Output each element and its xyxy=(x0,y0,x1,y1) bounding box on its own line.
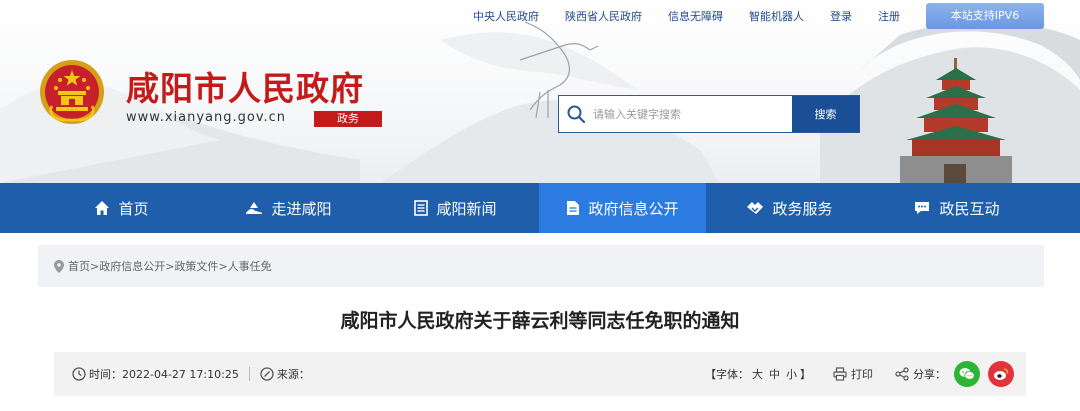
article-title: 咸阳市人民政府关于薛云利等同志任免职的通知 xyxy=(340,310,740,332)
source-label: 来源： xyxy=(276,368,310,381)
publish-time: 2022-04-27 17:10:25 xyxy=(122,367,239,381)
share-text: 分享： xyxy=(913,368,946,381)
breadcrumb-home[interactable]: 首页 xyxy=(68,258,90,274)
share-label: 分享： xyxy=(895,366,946,382)
font-size-small[interactable]: 小 xyxy=(786,368,797,381)
main-nav: 首页 走进咸阳 咸阳新闻 政府信息公开 政务服务 政民互动 xyxy=(0,183,1080,233)
nav-label: 政民互动 xyxy=(939,199,1000,218)
font-size-control: 【字体：大中小】 xyxy=(705,366,811,382)
chat-icon xyxy=(913,200,931,216)
newspaper-icon xyxy=(414,200,429,216)
link-accessibility[interactable]: 信息无障碍 xyxy=(668,8,723,24)
nav-home[interactable]: 首页 xyxy=(38,183,205,233)
site-badge: 政务 xyxy=(314,111,382,127)
article-meta-info: 时间： 2022-04-27 17:10:25 来源： xyxy=(54,366,705,382)
clock-icon xyxy=(72,367,86,381)
article-meta-bar: 时间： 2022-04-27 17:10:25 来源： 【字体：大中小】 打印 … xyxy=(54,352,1026,396)
nav-label: 首页 xyxy=(118,199,149,218)
nav-gov-info-public[interactable]: 政府信息公开 xyxy=(539,183,706,233)
weibo-share-button[interactable] xyxy=(988,361,1014,387)
breadcrumb-separator: > xyxy=(90,259,100,273)
meta-divider xyxy=(248,367,250,381)
site-url: www.xianyang.gov.cn xyxy=(126,110,287,125)
wechat-icon xyxy=(959,368,975,380)
register-link[interactable]: 注册 xyxy=(878,8,900,24)
landmark-icon xyxy=(245,200,263,216)
link-central-gov[interactable]: 中央人民政府 xyxy=(473,8,539,24)
nav-xianyang-news[interactable]: 咸阳新闻 xyxy=(372,183,539,233)
font-size-medium[interactable]: 中 xyxy=(769,368,780,381)
nav-public-interaction[interactable]: 政民互动 xyxy=(873,183,1040,233)
font-label-open: 【字体： xyxy=(705,368,749,381)
breadcrumb: 首页 > 政府信息公开 > 政策文件 > 人事任免 xyxy=(38,245,1044,287)
handshake-icon xyxy=(746,200,764,216)
pavilion-icon xyxy=(900,58,1012,183)
search-box: 搜索 xyxy=(558,95,860,133)
nav-about-xianyang[interactable]: 走进咸阳 xyxy=(205,183,372,233)
site-title[interactable]: 咸阳市人民政府 xyxy=(126,62,364,110)
login-link[interactable]: 登录 xyxy=(830,8,852,24)
document-icon xyxy=(566,200,580,216)
wechat-share-button[interactable] xyxy=(954,361,980,387)
nav-label: 走进咸阳 xyxy=(271,199,332,218)
nav-label: 咸阳新闻 xyxy=(436,199,497,218)
national-emblem-icon xyxy=(40,60,104,124)
article-tools: 【字体：大中小】 打印 分享： xyxy=(705,361,1026,387)
top-links-bar: 中央人民政府 陕西省人民政府 信息无障碍 智能机器人 登录 注册 本站支持IPV… xyxy=(447,2,1044,30)
source-icon xyxy=(260,367,274,381)
search-input[interactable] xyxy=(593,96,792,132)
breadcrumb-gov-info-public[interactable]: 政府信息公开 xyxy=(99,258,165,274)
breadcrumb-personnel[interactable]: 人事任免 xyxy=(228,258,272,274)
ipv6-badge[interactable]: 本站支持IPV6 xyxy=(926,3,1044,29)
weibo-icon xyxy=(994,368,1009,380)
nav-label: 政务服务 xyxy=(772,199,833,218)
time-label: 时间： xyxy=(89,368,122,381)
print-button[interactable]: 打印 xyxy=(833,366,873,382)
print-label: 打印 xyxy=(851,368,873,381)
font-label-close: 】 xyxy=(800,368,811,381)
link-shaanxi-gov[interactable]: 陕西省人民政府 xyxy=(565,8,642,24)
link-smart-robot[interactable]: 智能机器人 xyxy=(749,8,804,24)
search-icon[interactable] xyxy=(559,96,593,132)
printer-icon xyxy=(833,367,847,381)
home-icon xyxy=(94,200,110,216)
share-icon xyxy=(895,367,909,381)
breadcrumb-separator: > xyxy=(218,259,228,273)
nav-gov-services[interactable]: 政务服务 xyxy=(706,183,873,233)
location-pin-icon xyxy=(54,259,64,273)
site-header: 中央人民政府 陕西省人民政府 信息无障碍 智能机器人 登录 注册 本站支持IPV… xyxy=(0,0,1080,183)
font-size-large[interactable]: 大 xyxy=(752,368,763,381)
breadcrumb-policy-docs[interactable]: 政策文件 xyxy=(174,258,218,274)
breadcrumb-separator: > xyxy=(165,259,175,273)
nav-label: 政府信息公开 xyxy=(588,199,679,218)
search-button[interactable]: 搜索 xyxy=(792,96,859,132)
